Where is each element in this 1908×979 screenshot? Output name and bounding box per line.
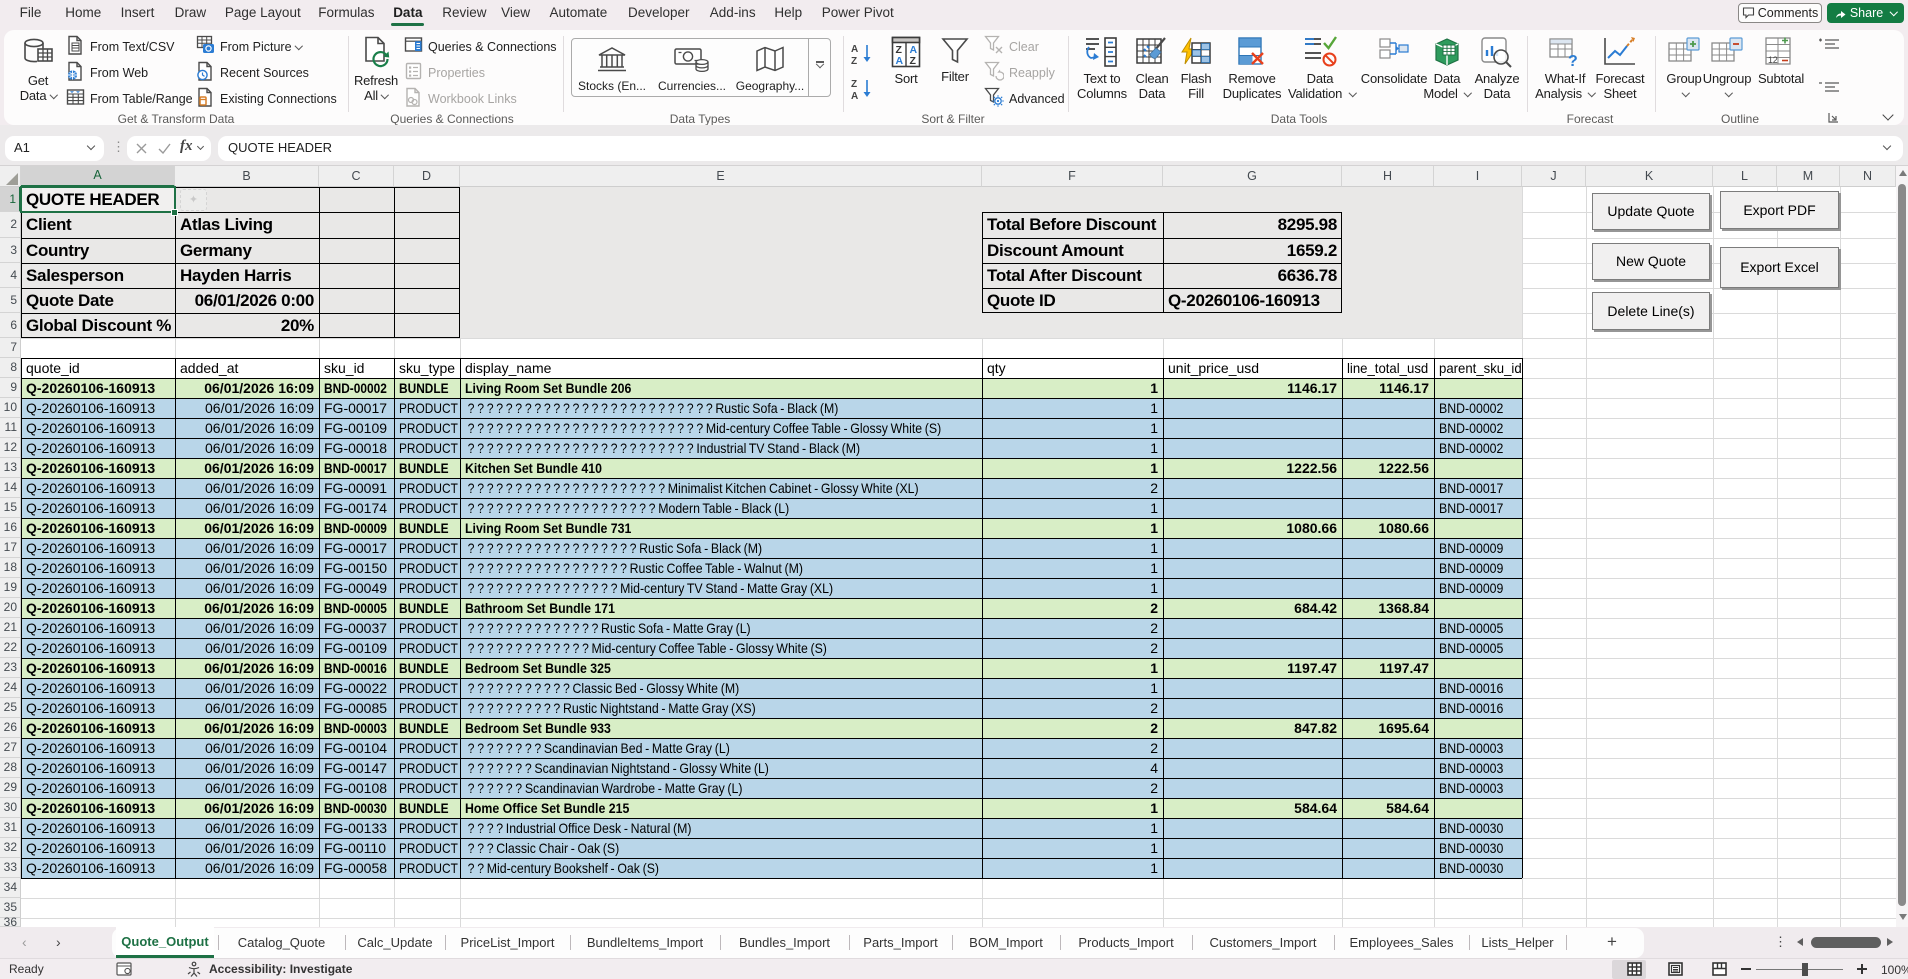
svg-text:12: 12 — [1768, 55, 1778, 65]
svg-text:A: A — [896, 55, 904, 67]
svg-text:?: ? — [1568, 53, 1578, 68]
svg-text:Z: Z — [851, 79, 857, 90]
svg-text:Z: Z — [910, 55, 917, 67]
svg-text:Z: Z — [851, 56, 857, 66]
svg-text:A: A — [851, 44, 858, 55]
svg-text:A: A — [851, 91, 858, 101]
